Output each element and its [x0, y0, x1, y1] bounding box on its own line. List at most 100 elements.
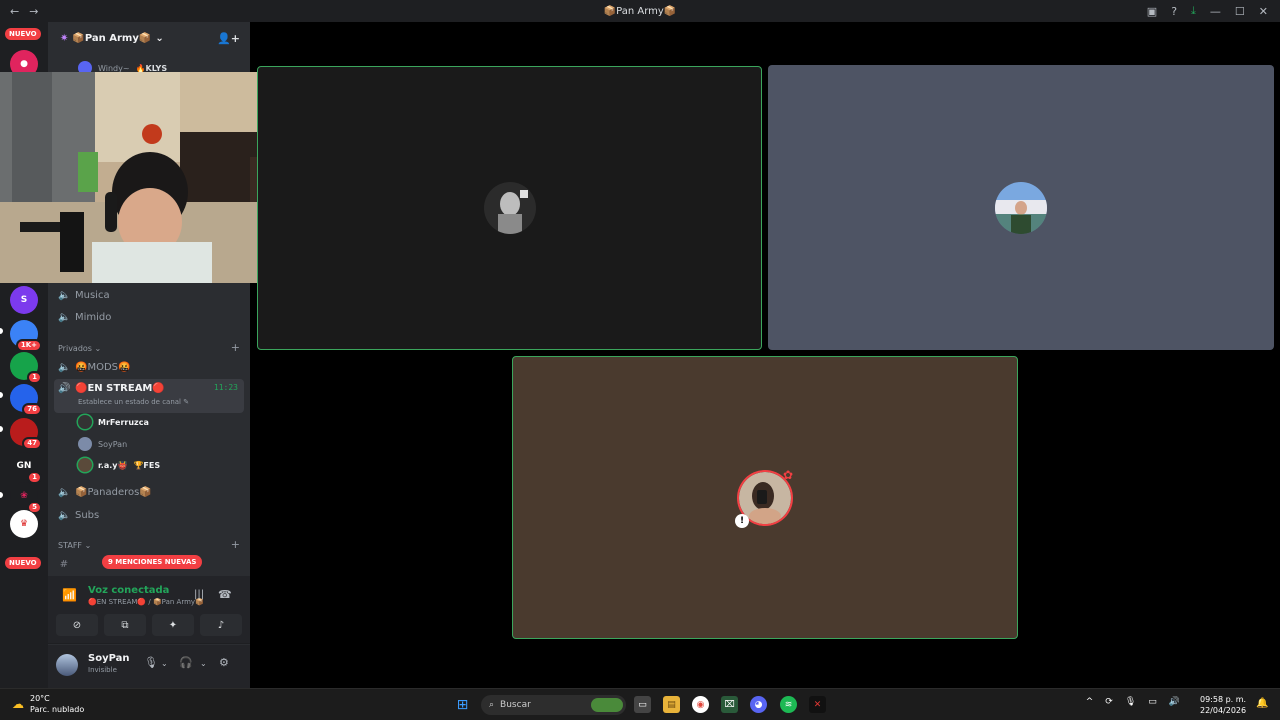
channel-musica[interactable]: 🔈 Musica — [54, 285, 244, 305]
download-icon[interactable]: ⤓ — [1191, 4, 1196, 18]
signal-icon[interactable]: 📶 — [62, 588, 77, 602]
guild-icon-5[interactable]: 76 — [10, 384, 42, 416]
avatar[interactable] — [56, 654, 78, 676]
guild-icon-3[interactable]: 1K+ — [10, 320, 42, 352]
discord-icon[interactable]: ◕ — [750, 696, 767, 713]
volume-icon[interactable]: 🔊 — [1169, 697, 1180, 707]
channel-mimido[interactable]: 🔈 Mimido — [54, 307, 244, 327]
guild-icon-4[interactable]: 1 — [10, 352, 42, 384]
speaker-icon: 🔈 — [58, 289, 71, 301]
spotify-icon[interactable]: ≋ — [780, 696, 797, 713]
windows-start-icon[interactable]: ⊞ — [454, 696, 471, 713]
channel-panaderos[interactable]: 🔈 📦Panaderos📦 — [54, 482, 244, 502]
chevron-down-icon[interactable]: ⌄ — [161, 659, 168, 668]
forward-arrow-icon[interactable]: → — [29, 5, 38, 18]
back-arrow-icon[interactable]: ← — [10, 5, 19, 18]
guild-badge: 47 — [22, 437, 42, 450]
hash-icon: # — [59, 558, 69, 570]
mic-tray-icon[interactable]: 🎙 — [1125, 697, 1136, 707]
voice-user-mrferruzca[interactable]: MrFerruzca — [78, 413, 149, 431]
server-header[interactable]: ✷ 📦Pan Army📦 ⌄ 👤+ — [48, 22, 250, 54]
screen-share-button[interactable]: ⧉ — [104, 614, 146, 636]
chevron-down-icon[interactable]: ⌄ — [200, 659, 207, 668]
add-channel-icon[interactable]: + — [231, 539, 240, 550]
channel-staff-text[interactable]: # — [54, 554, 94, 574]
username[interactable]: SoyPan — [88, 653, 130, 664]
camera-off-button[interactable]: ⊘ — [56, 614, 98, 636]
settings-gear-icon[interactable]: ⚙ — [219, 656, 229, 669]
channel-status[interactable]: Establece un estado de canal ✎ — [78, 398, 189, 406]
notification-icon[interactable]: 🔔 — [1256, 698, 1268, 709]
rose-icon: ❀ — [20, 491, 28, 501]
clock[interactable]: 09:58 p. m. 22/04/2026 — [1200, 694, 1246, 716]
voice-user-ray[interactable]: r.a.y👹 🏆FES — [78, 456, 160, 474]
mentions-badge[interactable]: 9 MENCIONES NUEVAS — [102, 555, 203, 569]
guild-icon-6[interactable]: 47 — [10, 418, 42, 450]
minimize-icon[interactable]: — — [1210, 5, 1221, 18]
video-tile-user-3[interactable]: ! ✿ — [512, 356, 1018, 639]
channel-subs[interactable]: 🔈 Subs — [54, 505, 244, 525]
headphones-icon[interactable]: 🎧 — [179, 656, 193, 669]
channel-mods[interactable]: 🔈 🤬MODS🤬 — [54, 357, 244, 377]
muted-indicator-icon: ! — [735, 513, 749, 528]
participant-avatar — [995, 181, 1047, 234]
soundboard-button[interactable]: ♪ — [200, 614, 242, 636]
system-tray: ^ ⟳ 🎙 ▭ 🔊 — [1086, 697, 1180, 707]
activities-icon: ✦ — [168, 619, 178, 631]
guild-badge: 76 — [22, 403, 42, 416]
guild-icon-gn[interactable]: GN 1 — [10, 452, 42, 484]
voice-panel: 📶 Voz conectada 🔴EN STREAM🔴 / 📦Pan Army📦… — [48, 576, 250, 644]
app-x-icon[interactable]: ✕ — [809, 696, 826, 713]
guild-icon-8[interactable]: ❀ 5 — [10, 482, 42, 514]
file-explorer-icon[interactable]: ▤ — [663, 696, 680, 713]
close-icon[interactable]: ✕ — [1259, 5, 1268, 18]
search-icon: ⌕ — [489, 700, 495, 710]
disconnect-icon[interactable]: ☎ — [218, 588, 232, 601]
search-box[interactable]: ⌕ Buscar — [481, 695, 626, 715]
help-icon[interactable]: ? — [1171, 5, 1177, 18]
noise-suppression-icon[interactable]: ||| — [194, 589, 204, 600]
mic-icon[interactable]: 🎙 — [144, 656, 158, 669]
user-status: Invisible — [88, 666, 117, 674]
inbox-icon[interactable]: ▣ — [1147, 5, 1157, 18]
video-tile-user-1[interactable] — [257, 66, 762, 350]
new-badge: NUEVO — [5, 28, 41, 40]
user-panel: SoyPan Invisible 🎙 ⌄ 🎧 ⌄ ⚙ — [48, 645, 250, 688]
weather-temp: 20°C — [30, 694, 50, 703]
participant-avatar — [483, 182, 536, 234]
tray-overflow-icon[interactable]: ^ — [1086, 697, 1094, 707]
speaker-lock-icon: 🔈 — [58, 486, 71, 498]
guild-icon-9[interactable]: ♛ — [10, 510, 38, 538]
voice-status[interactable]: Voz conectada — [88, 585, 169, 596]
clock-date: 22/04/2026 — [1200, 706, 1247, 715]
voice-location[interactable]: 🔴EN STREAM🔴 / 📦Pan Army📦 — [88, 598, 204, 606]
call-timer: 11:23 — [213, 383, 238, 392]
voice-user-soypan[interactable]: SoyPan — [78, 435, 127, 453]
add-channel-icon[interactable]: + — [231, 342, 240, 353]
network-icon[interactable]: ▭ — [1148, 697, 1157, 707]
sync-icon[interactable]: ⟳ — [1105, 697, 1113, 707]
category-privados[interactable]: Privados ⌄ + — [58, 342, 240, 353]
user-icon: ● — [20, 59, 28, 69]
guild-badge: 1 — [27, 371, 42, 384]
boost-icon: ✷ — [60, 32, 69, 44]
weather-desc: Parc. nublado — [30, 705, 85, 714]
avatar — [78, 458, 92, 472]
speaker-active-icon: 🔊 — [58, 383, 71, 394]
maximize-icon[interactable]: ☐ — [1235, 5, 1245, 18]
category-staff[interactable]: STAFF ⌄ + — [58, 539, 240, 550]
chrome-icon[interactable]: ◉ — [692, 696, 709, 713]
guild-icon-s[interactable]: S — [10, 286, 38, 314]
taskbar: ☁ 20°C Parc. nublado ⊞ ⌕ Buscar ▭ ▤ ◉ ⌧ … — [0, 688, 1280, 720]
invite-icon[interactable]: 👤+ — [217, 32, 240, 45]
app-icon[interactable]: ⌧ — [721, 696, 738, 713]
channel-en-stream[interactable]: 🔊 🔴EN STREAM🔴 11:23 Establece un estado … — [54, 379, 244, 413]
participant-avatar: ! ✿ — [735, 468, 793, 528]
video-tile-user-2[interactable] — [768, 65, 1274, 350]
weather-widget[interactable]: ☁ 20°C Parc. nublado — [12, 693, 84, 715]
task-view-icon[interactable]: ▭ — [634, 696, 651, 713]
speaker-icon: 🔈 — [58, 311, 71, 323]
activities-button[interactable]: ✦ — [152, 614, 194, 636]
avatar — [78, 437, 92, 451]
soundboard-icon: ♪ — [217, 619, 225, 631]
